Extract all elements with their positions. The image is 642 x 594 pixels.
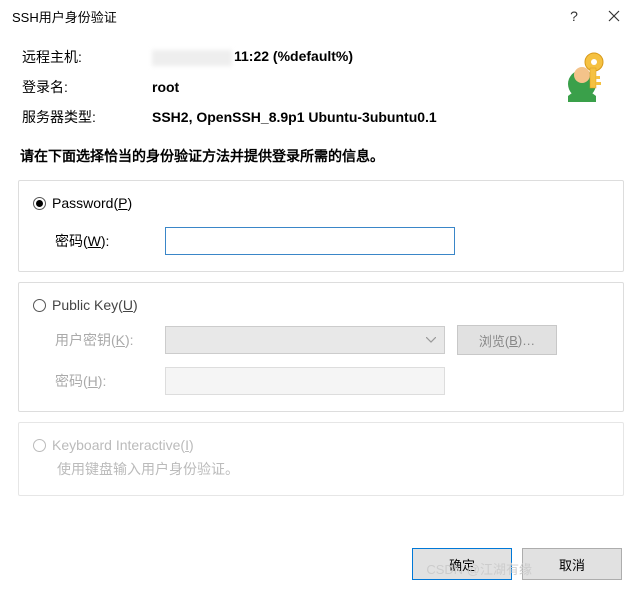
ok-button[interactable]: 确定 [412, 548, 512, 580]
login-value: root [152, 79, 179, 95]
radio-icon-selected [33, 197, 46, 210]
host-label: 远程主机: [22, 47, 152, 67]
window-title: SSH用户身份验证 [8, 7, 554, 26]
instruction-text: 请在下面选择恰当的身份验证方法并提供登录所需的信息。 [0, 146, 642, 180]
host-row: 远程主机: 11:22 (%default%) [22, 42, 620, 72]
keyboard-subtext: 使用键盘输入用户身份验证。 [33, 453, 609, 479]
pk-password-row: 密码(H): [33, 367, 609, 395]
title-bar: SSH用户身份验证 ? [0, 0, 642, 32]
login-row: 登录名: root [22, 72, 620, 102]
dialog-footer: 确定 取消 [412, 548, 622, 580]
key-person-icon [552, 44, 614, 106]
password-input[interactable] [165, 227, 455, 255]
password-field-row: 密码(W): [33, 227, 609, 255]
publickey-radio[interactable]: Public Key(U) [33, 297, 609, 313]
publickey-group: Public Key(U) 用户密钥(K): 浏览(B)… 密码(H): [18, 282, 624, 412]
server-label: 服务器类型: [22, 107, 152, 127]
password-group: Password(P) 密码(W): [18, 180, 624, 272]
keyboard-radio: Keyboard Interactive(I) [33, 437, 609, 453]
keyboard-group: Keyboard Interactive(I) 使用键盘输入用户身份验证。 [18, 422, 624, 496]
server-value: SSH2, OpenSSH_8.9p1 Ubuntu-3ubuntu0.1 [152, 109, 437, 125]
connection-info: 远程主机: 11:22 (%default%) 登录名: root 服务器类型:… [0, 32, 642, 146]
cancel-button[interactable]: 取消 [522, 548, 622, 580]
pk-password-label: 密码(H): [55, 371, 165, 391]
browse-button: 浏览(B)… [457, 325, 557, 355]
password-radio[interactable]: Password(P) [33, 195, 609, 211]
close-icon [608, 10, 620, 22]
publickey-radio-label: Public Key(U) [52, 297, 138, 313]
help-button[interactable]: ? [554, 0, 594, 32]
host-value: 11:22 (%default%) [152, 48, 353, 65]
host-blurred [152, 50, 232, 66]
pk-password-input [165, 367, 445, 395]
password-radio-label: Password(P) [52, 195, 132, 211]
radio-icon [33, 299, 46, 312]
userkey-label: 用户密钥(K): [55, 330, 165, 350]
server-row: 服务器类型: SSH2, OpenSSH_8.9p1 Ubuntu-3ubunt… [22, 102, 620, 132]
close-button[interactable] [594, 0, 634, 32]
login-label: 登录名: [22, 77, 152, 97]
radio-icon-disabled [33, 439, 46, 452]
userkey-combo [165, 326, 445, 354]
keyboard-radio-label: Keyboard Interactive(I) [52, 437, 194, 453]
chevron-down-icon [426, 337, 436, 343]
password-label: 密码(W): [55, 231, 165, 251]
userkey-row: 用户密钥(K): 浏览(B)… [33, 325, 609, 355]
